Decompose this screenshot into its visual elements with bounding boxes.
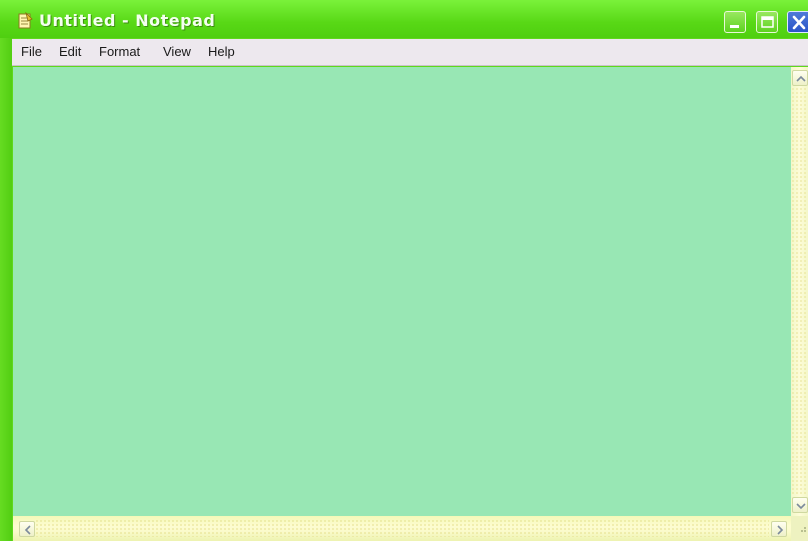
close-icon: [792, 15, 806, 30]
vertical-scroll-track[interactable]: [791, 87, 808, 496]
scroll-left-button[interactable]: [19, 521, 35, 537]
menu-bar: File Edit Format View Help: [12, 39, 808, 66]
resize-grip-dot: [804, 527, 806, 529]
window-title: Untitled - Notepad: [39, 11, 216, 30]
scroll-up-button[interactable]: [792, 70, 808, 86]
maximize-icon: [761, 16, 774, 28]
notepad-window: Untitled - Notepad File Edit Format View…: [0, 0, 808, 541]
window-left-border: [0, 38, 12, 541]
arrow-down-icon: [796, 503, 806, 510]
title-bar[interactable]: Untitled - Notepad: [0, 0, 808, 38]
arrow-up-icon: [796, 75, 806, 82]
menu-edit[interactable]: Edit: [59, 44, 81, 59]
text-editor-area[interactable]: [13, 67, 791, 516]
menu-view[interactable]: View: [163, 44, 191, 59]
scroll-right-button[interactable]: [771, 521, 787, 537]
resize-grip[interactable]: [791, 516, 808, 541]
vertical-scrollbar[interactable]: [791, 67, 808, 516]
arrow-left-icon: [24, 525, 31, 535]
resize-grip-dot: [801, 530, 803, 532]
horizontal-scrollbar[interactable]: [13, 516, 791, 541]
minimize-button[interactable]: [724, 11, 746, 33]
close-button[interactable]: [787, 11, 808, 33]
scroll-down-button[interactable]: [792, 497, 808, 513]
notepad-icon[interactable]: [16, 11, 34, 30]
resize-grip-dot: [804, 530, 806, 532]
maximize-button[interactable]: [756, 11, 778, 33]
menu-file[interactable]: File: [21, 44, 42, 59]
arrow-right-icon: [777, 525, 784, 535]
minimize-icon: [730, 25, 739, 28]
menu-format[interactable]: Format: [99, 44, 140, 59]
horizontal-scroll-track[interactable]: [35, 519, 769, 537]
menu-help[interactable]: Help: [208, 44, 235, 59]
